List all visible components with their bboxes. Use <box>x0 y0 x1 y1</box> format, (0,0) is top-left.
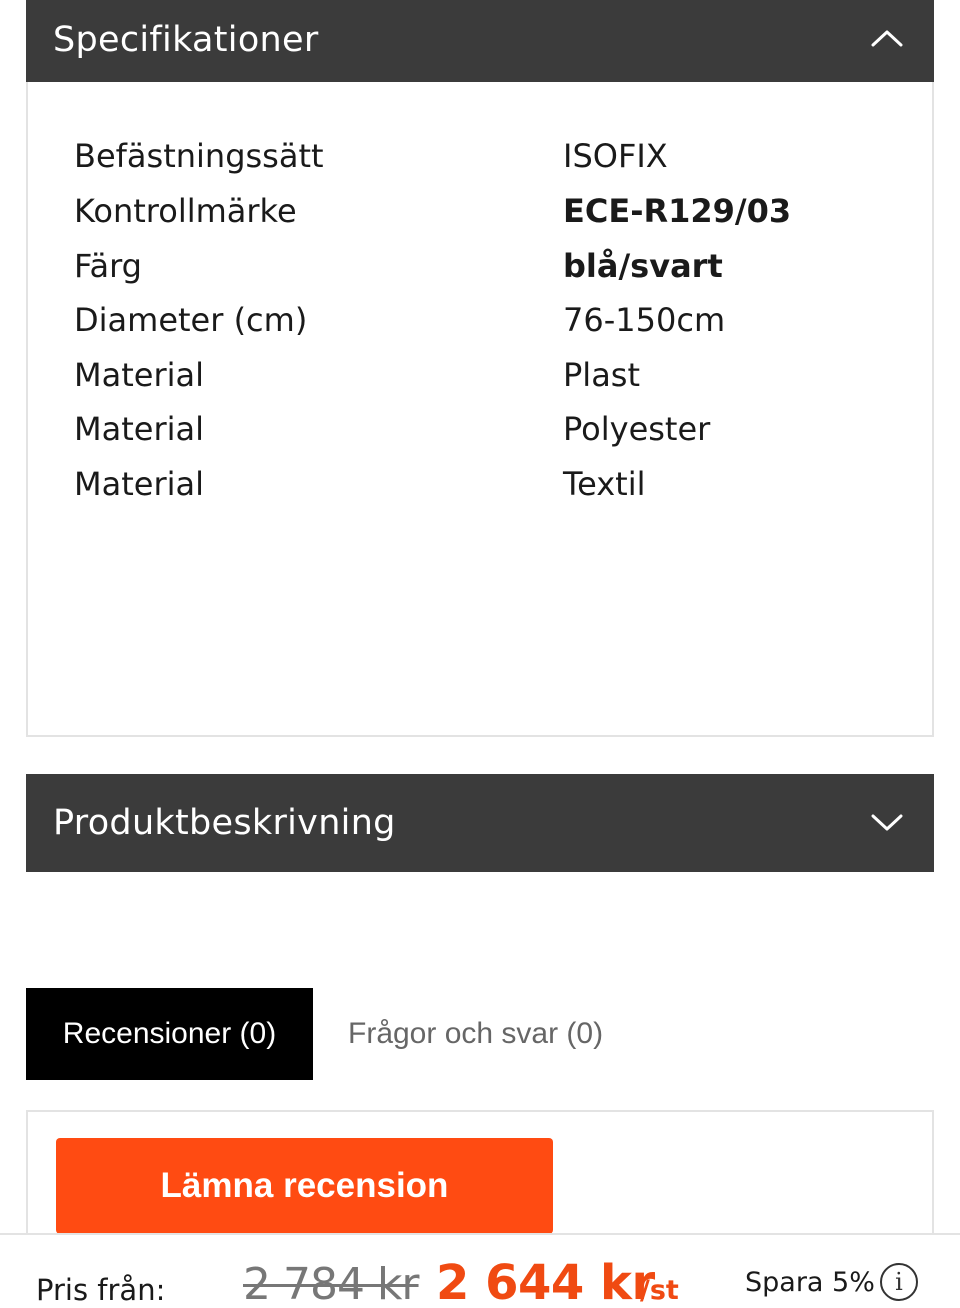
spec-value: Plast <box>563 355 641 394</box>
spec-value: Polyester <box>563 409 711 448</box>
spec-row: Material Textil <box>74 456 894 511</box>
specifications-title: Specifikationer <box>53 20 319 60</box>
tab-reviews[interactable]: Recensioner (0) <box>26 988 313 1080</box>
info-icon[interactable]: i <box>880 1263 918 1301</box>
spec-label: Material <box>74 355 204 394</box>
review-tabs: Recensioner (0) Frågor och svar (0) <box>26 988 603 1080</box>
spec-label: Material <box>74 409 204 448</box>
specifications-table: Befästningssätt ISOFIX Kontrollmärke ECE… <box>26 82 934 737</box>
spec-value: 76-150cm <box>563 300 726 339</box>
spec-label: Kontrollmärke <box>74 191 297 230</box>
product-description-title: Produktbeskrivning <box>53 803 396 843</box>
product-detail-page: Specifikationer Befästningssätt ISOFIX K… <box>0 0 960 1308</box>
current-price: 2 644 kr <box>436 1255 655 1308</box>
spec-label: Material <box>74 464 204 503</box>
price-from-label: Pris från: <box>36 1273 166 1307</box>
tab-questions-answers[interactable]: Frågor och svar (0) <box>313 988 603 1080</box>
spec-row: Kontrollmärke ECE-R129/03 <box>74 183 894 238</box>
original-price: 2 784 kr <box>243 1259 420 1308</box>
spec-row: Material Polyester <box>74 401 894 456</box>
spec-row: Diameter (cm) 76-150cm <box>74 292 894 347</box>
spec-label: Befästningssätt <box>74 136 324 175</box>
chevron-up-icon[interactable] <box>870 28 904 48</box>
price-bar: Pris från: 2 784 kr 2 644 kr /st Spara 5… <box>0 1233 960 1308</box>
spec-label: Färg <box>74 246 142 285</box>
spec-value: Textil <box>563 464 646 503</box>
chevron-down-icon[interactable] <box>870 813 904 833</box>
spec-row: Färg blå/svart <box>74 238 894 293</box>
spec-value: blå/svart <box>563 246 723 285</box>
spec-value: ECE-R129/03 <box>563 191 792 230</box>
spec-value: ISOFIX <box>563 136 668 175</box>
leave-review-button[interactable]: Lämna recension <box>56 1138 553 1234</box>
product-description-header[interactable]: Produktbeskrivning <box>26 774 934 872</box>
savings-label: Spara 5% <box>745 1267 875 1298</box>
spec-label: Diameter (cm) <box>74 300 308 339</box>
spec-row: Befästningssätt ISOFIX <box>74 128 894 183</box>
spec-row: Material Plast <box>74 347 894 402</box>
specifications-header[interactable]: Specifikationer <box>26 0 934 82</box>
price-unit: /st <box>640 1275 679 1306</box>
